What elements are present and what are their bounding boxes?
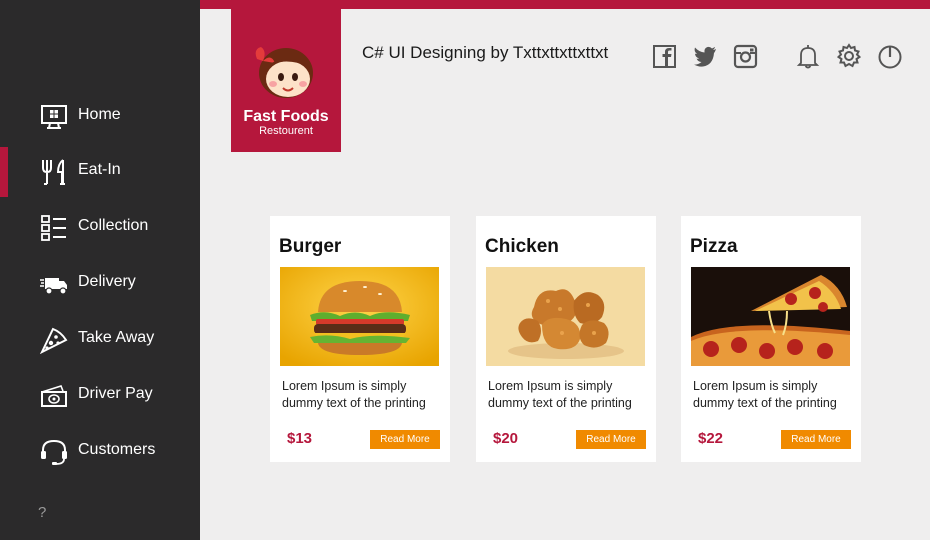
sidebar-item-label: Customers — [78, 441, 156, 458]
help-button[interactable]: ? — [38, 504, 46, 521]
card-description: Lorem Ipsum is simply dummy text of the … — [488, 379, 632, 410]
brand-title: Fast Foods — [243, 108, 329, 125]
card-description: Lorem Ipsum is simply dummy text of the … — [693, 379, 837, 410]
card-title: Burger — [279, 236, 342, 257]
sidebar-item-label: Home — [78, 106, 121, 123]
sidebar-item-home[interactable]: Home — [0, 92, 200, 142]
sidebar-item-label: Eat-In — [78, 161, 121, 178]
card-title: Pizza — [690, 236, 738, 257]
fork-knife-icon — [39, 158, 69, 186]
burger-image — [280, 267, 439, 366]
brand-logo: Fast Foods Restourent — [231, 9, 341, 152]
power-icon[interactable] — [876, 42, 904, 70]
sidebar-item-label: Collection — [78, 217, 149, 234]
card-description: Lorem Ipsum is simply dummy text of the … — [282, 379, 426, 410]
gear-icon[interactable] — [835, 42, 863, 70]
sidebar-item-collection[interactable]: Collection — [0, 203, 200, 253]
sidebar-item-label: Take Away — [78, 329, 155, 346]
read-more-button[interactable]: Read More — [370, 430, 440, 449]
cash-icon — [39, 382, 69, 410]
pizza-slice-icon — [39, 326, 69, 355]
sidebar-item-take-away[interactable]: Take Away — [0, 315, 200, 365]
menu-card-pizza: Pizza Lorem Ipsum is simply dummy text o… — [681, 216, 861, 462]
facebook-icon[interactable] — [651, 42, 679, 70]
sidebar-item-delivery[interactable]: Delivery — [0, 259, 200, 309]
headset-icon — [39, 438, 69, 466]
twitter-icon[interactable] — [691, 42, 719, 70]
bell-icon[interactable] — [794, 42, 822, 70]
instagram-icon[interactable] — [732, 42, 760, 70]
card-price: $13 — [287, 430, 313, 447]
sidebar-item-label: Delivery — [78, 273, 136, 290]
chicken-image — [486, 267, 645, 366]
truck-icon — [39, 270, 69, 298]
sidebar-item-customers[interactable]: Customers — [0, 427, 200, 477]
card-price: $20 — [493, 430, 519, 447]
menu-card-burger: Burger Lorem Ipsum is simply dummy text … — [270, 216, 450, 462]
checklist-icon — [39, 214, 69, 242]
brand-subtitle: Restourent — [259, 125, 313, 137]
card-price: $22 — [698, 430, 724, 447]
sidebar-item-label: Driver Pay — [78, 385, 153, 402]
sidebar-item-driver-pay[interactable]: Driver Pay — [0, 371, 200, 421]
page-title: C# UI Designing by Txttxttxttxttxt — [362, 43, 609, 62]
pizza-image — [691, 267, 850, 366]
menu-card-chicken: Chicken Lorem Ipsum is simply dummy text… — [476, 216, 656, 462]
card-title: Chicken — [485, 236, 559, 257]
top-accent-bar — [200, 0, 930, 9]
mascot-face-icon — [251, 39, 321, 101]
read-more-button[interactable]: Read More — [781, 430, 851, 449]
read-more-button[interactable]: Read More — [576, 430, 646, 449]
sidebar-item-eat-in[interactable]: Eat-In — [0, 147, 200, 197]
monitor-icon — [39, 103, 69, 131]
sidebar: Home Eat-In Collection Delivery Take Awa… — [0, 0, 200, 540]
